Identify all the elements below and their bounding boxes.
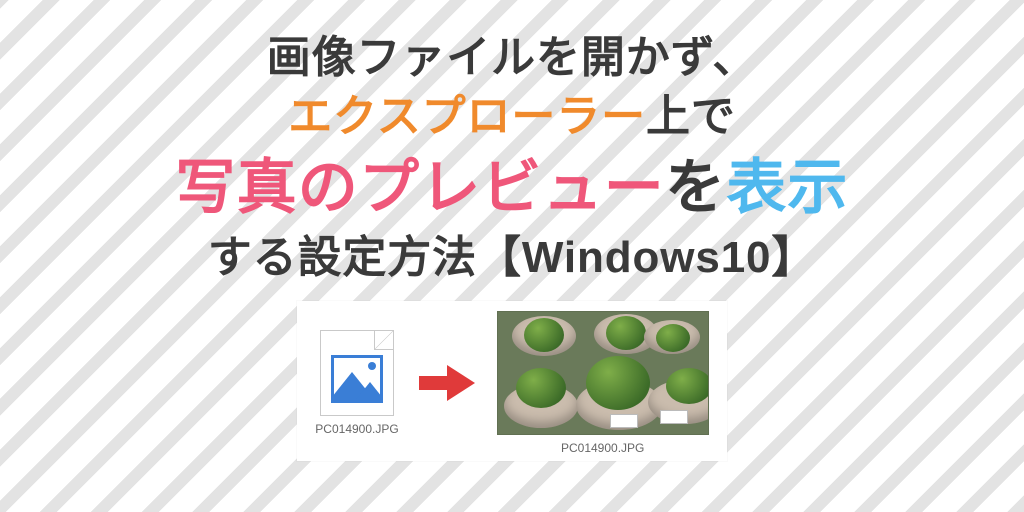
title-line-3-mid: を: [665, 154, 726, 221]
title-line-4: する設定方法【Windows10】: [208, 228, 817, 287]
mountain-small-icon: [354, 382, 383, 402]
title-line-2-highlight: エクスプローラー: [288, 92, 646, 141]
generic-file-tile: PC014900.JPG: [315, 330, 398, 436]
page-fold-icon: [374, 331, 393, 350]
arrow-right-icon: [419, 365, 477, 401]
thumbnail-file-tile: PC014900.JPG: [497, 311, 709, 455]
title-line-2-rest: 上で: [646, 92, 736, 141]
title-line-1: 画像ファイルを開かず、: [267, 28, 758, 87]
thumbnail-preview-icon: [497, 311, 709, 435]
thumbnail-canvas: 画像ファイルを開かず、 エクスプローラー上で 写真のプレビューを表示 する設定方…: [0, 0, 1024, 512]
picture-glyph-icon: [331, 355, 383, 403]
thumbnail-file-caption: PC014900.JPG: [561, 441, 644, 455]
sun-icon: [368, 362, 376, 370]
title-line-3-blue: 表示: [726, 154, 848, 221]
generic-image-file-icon: [320, 330, 394, 416]
generic-file-caption: PC014900.JPG: [315, 422, 398, 436]
title-line-2: エクスプローラー上で: [288, 87, 736, 146]
title-line-3: 写真のプレビューを表示: [175, 147, 848, 228]
before-after-illustration: PC014900.JPG PC014900.JPG: [297, 301, 726, 461]
title-line-3-red: 写真のプレビュー: [175, 154, 665, 221]
